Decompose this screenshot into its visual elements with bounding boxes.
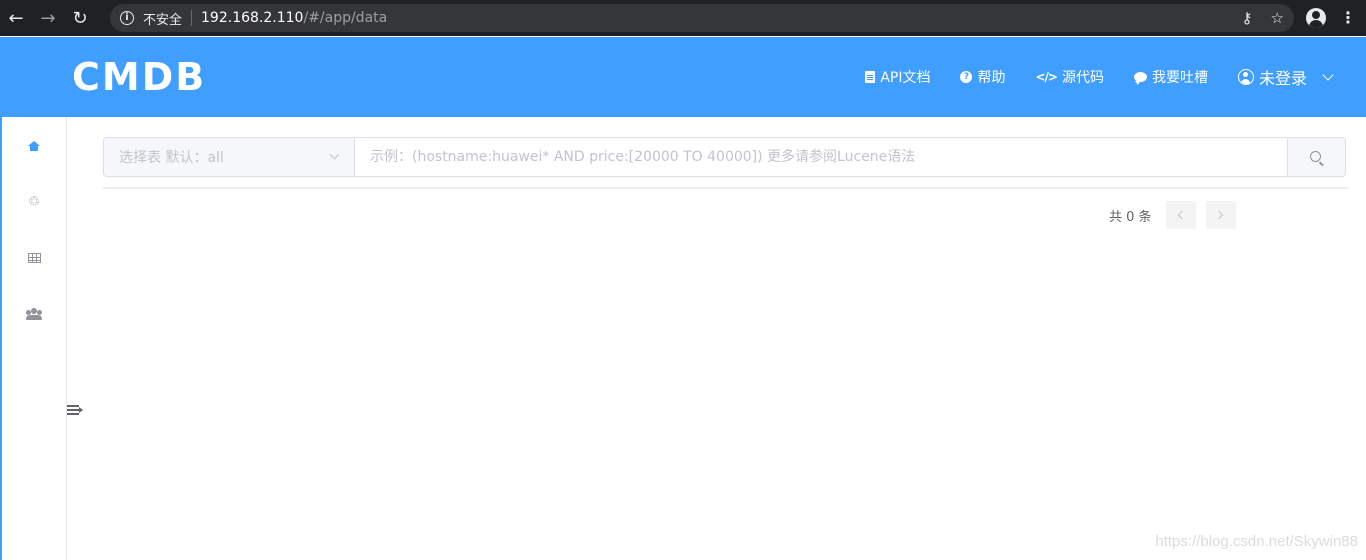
- chevron-right-icon: [1214, 210, 1224, 220]
- nav-feedback-label: 我要吐槽: [1151, 70, 1208, 86]
- key-icon[interactable]: ⚷: [1242, 9, 1253, 27]
- sidebar-item-recycle[interactable]: ♲: [2, 174, 66, 230]
- nav-api-docs-label: API文档: [880, 70, 931, 86]
- search-button[interactable]: [1287, 138, 1345, 176]
- chevron-down-icon: [1322, 69, 1334, 81]
- document-icon: [865, 71, 876, 83]
- header-nav: API文档 ? 帮助 </> 源代码 我要吐槽 未登录: [865, 37, 1334, 117]
- users-icon: [26, 308, 42, 320]
- nav-api-docs[interactable]: API文档: [865, 67, 930, 87]
- table-icon: [27, 253, 41, 263]
- more-menu-icon[interactable]: ⋮: [1340, 10, 1356, 26]
- next-page-button[interactable]: [1205, 201, 1236, 229]
- browser-right-controls: ⋮: [1306, 0, 1356, 36]
- nav-source-code[interactable]: </> 源代码: [1035, 67, 1104, 87]
- url-host[interactable]: 192.168.2.110: [201, 10, 303, 26]
- query-input[interactable]: [355, 138, 1287, 176]
- total-count: 共 0 条: [1109, 209, 1152, 225]
- reload-button[interactable]: ↻: [64, 0, 96, 36]
- user-menu-label: 未登录: [1258, 69, 1307, 88]
- search-bar: 选择表 默认：all: [103, 137, 1346, 177]
- address-bar[interactable]: i 不安全 192.168.2.110 /#/app/data ⚷ ☆: [110, 4, 1294, 32]
- user-icon: [1237, 69, 1254, 85]
- app-logo[interactable]: CMDB: [72, 55, 206, 99]
- url-path[interactable]: /#/app/data: [303, 10, 387, 26]
- table-select[interactable]: 选择表 默认：all: [104, 138, 355, 176]
- nav-feedback[interactable]: 我要吐槽: [1133, 67, 1208, 87]
- chevron-down-icon: [329, 149, 340, 160]
- table-select-placeholder: 选择表 默认：all: [119, 150, 224, 166]
- nav-help-label: 帮助: [977, 70, 1006, 86]
- info-icon[interactable]: i: [120, 11, 134, 25]
- sidebar-item-home[interactable]: [2, 118, 66, 174]
- app-header: CMDB API文档 ? 帮助 </> 源代码 我要吐槽 未登录: [1, 37, 1366, 117]
- search-icon: [1310, 150, 1321, 162]
- chat-icon: [1133, 72, 1147, 85]
- nav-help[interactable]: ? 帮助: [960, 67, 1005, 87]
- recycle-icon: ♲: [27, 194, 41, 210]
- nav-source-code-label: 源代码: [1061, 70, 1104, 86]
- browser-toolbar: ← → ↻ i 不安全 192.168.2.110 /#/app/data ⚷ …: [0, 0, 1366, 36]
- forward-button[interactable]: →: [32, 0, 64, 36]
- results-divider: [103, 187, 1348, 189]
- security-status[interactable]: 不安全: [143, 9, 182, 28]
- star-icon[interactable]: ☆: [1271, 9, 1284, 27]
- sidebar: ♲: [2, 117, 67, 560]
- watermark: https://blog.csdn.net/Skywin88: [1155, 533, 1358, 550]
- address-separator: [191, 10, 193, 26]
- sidebar-item-users[interactable]: [2, 286, 66, 342]
- code-icon: </>: [1035, 70, 1057, 84]
- reload-icon: ↻: [72, 7, 88, 29]
- user-menu[interactable]: 未登录: [1237, 65, 1334, 89]
- arrow-left-icon: ←: [8, 7, 24, 29]
- back-button[interactable]: ←: [0, 0, 32, 36]
- arrow-right-icon: →: [40, 7, 56, 29]
- question-icon: ?: [960, 71, 973, 83]
- prev-page-button[interactable]: [1165, 201, 1196, 229]
- home-icon: [28, 141, 40, 151]
- sidebar-collapse-icon[interactable]: [66, 404, 84, 418]
- address-bar-actions: ⚷ ☆: [1242, 4, 1284, 32]
- pagination: 共 0 条: [1100, 201, 1246, 229]
- sidebar-item-table[interactable]: [2, 230, 66, 286]
- profile-icon[interactable]: [1306, 8, 1326, 28]
- chevron-left-icon: [1177, 210, 1187, 220]
